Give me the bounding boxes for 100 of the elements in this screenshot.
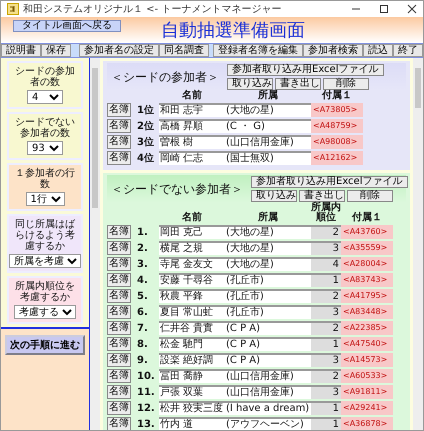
- name-field[interactable]: 仁井谷 貴實: [159, 321, 225, 335]
- name-field[interactable]: 松井 狡実三度: [159, 401, 225, 415]
- tag-field[interactable]: <A83448>: [341, 305, 393, 319]
- affiliation-field[interactable]: (大地の星): [225, 241, 311, 255]
- section-button[interactable]: 取り込み: [251, 190, 297, 202]
- next-step-button[interactable]: 次の手順に進む: [5, 335, 85, 355]
- name-field[interactable]: 寺尾 金友文: [159, 257, 225, 271]
- affiliation-field[interactable]: (I have a dream): [225, 401, 311, 415]
- section-button[interactable]: 書き出し: [299, 190, 345, 202]
- tag-field[interactable]: <A98008>: [311, 135, 363, 149]
- tag-field[interactable]: <A60533>: [341, 369, 393, 383]
- roster-button[interactable]: 名簿: [107, 103, 131, 117]
- roster-button[interactable]: 名簿: [107, 257, 131, 271]
- tag-field[interactable]: <A47540>: [341, 337, 393, 351]
- rank-field[interactable]: 4: [311, 257, 341, 271]
- section-button[interactable]: 書き出し: [275, 78, 321, 90]
- affiliation-field[interactable]: (大地の星): [225, 257, 311, 271]
- section-button[interactable]: 削除: [323, 78, 369, 90]
- name-field[interactable]: 竹内 道: [159, 417, 225, 430]
- rank-field[interactable]: 3: [311, 305, 341, 319]
- affiliation-field[interactable]: (C P A): [225, 321, 311, 335]
- tag-field[interactable]: <A91811>: [341, 385, 393, 399]
- affiliation-field[interactable]: (大地の星): [225, 103, 311, 117]
- tag-field[interactable]: <A28004>: [341, 257, 393, 271]
- excel-file-button[interactable]: 参加者取り込み用Excelファイル: [227, 64, 384, 76]
- name-field[interactable]: 高橋 昇順: [159, 119, 225, 133]
- affiliation-field[interactable]: (アウフヘーベン): [225, 417, 311, 430]
- roster-button[interactable]: 名簿: [107, 337, 131, 351]
- setting-dropdown[interactable]: 考慮する: [14, 305, 76, 319]
- rank-field[interactable]: 2: [311, 225, 341, 239]
- toolbar-button[interactable]: 保存: [41, 44, 71, 57]
- tag-field[interactable]: <A35559>: [341, 241, 393, 255]
- roster-button[interactable]: 名簿: [107, 305, 131, 319]
- toolbar-button[interactable]: 参加者検索: [303, 44, 363, 57]
- back-button[interactable]: タイトル画面へ戻る: [13, 20, 121, 32]
- roster-button[interactable]: 名簿: [107, 417, 131, 430]
- toolbar-button[interactable]: 同名調査: [159, 44, 209, 57]
- affiliation-field[interactable]: (孔丘市): [225, 289, 311, 303]
- tag-field[interactable]: <A48759>: [311, 119, 363, 133]
- setting-dropdown[interactable]: 4: [27, 90, 63, 104]
- toolbar-button[interactable]: 登録者名簿を編集: [213, 44, 303, 57]
- roster-button[interactable]: 名簿: [107, 119, 131, 133]
- toolbar-button[interactable]: 読込: [363, 44, 393, 57]
- affiliation-field[interactable]: (国士無双): [225, 151, 311, 165]
- roster-button[interactable]: 名簿: [107, 289, 131, 303]
- scrollbar[interactable]: [413, 58, 423, 430]
- roster-button[interactable]: 名簿: [107, 401, 131, 415]
- setting-dropdown[interactable]: 所属を考慮: [9, 254, 81, 268]
- close-icon[interactable]: [407, 4, 417, 14]
- tag-field[interactable]: <A73805>: [311, 103, 363, 117]
- name-field[interactable]: 安藤 千尋谷: [159, 273, 225, 287]
- setting-dropdown[interactable]: 93: [27, 141, 63, 155]
- affiliation-field[interactable]: (大地の星): [225, 225, 311, 239]
- rank-field[interactable]: 2: [311, 369, 341, 383]
- rank-field[interactable]: 1: [311, 417, 341, 430]
- affiliation-field[interactable]: (孔丘市): [225, 273, 311, 287]
- affiliation-field[interactable]: (山口信用金庫): [225, 135, 311, 149]
- roster-button[interactable]: 名簿: [107, 273, 131, 287]
- rank-field[interactable]: 1: [311, 273, 341, 287]
- toolbar-button[interactable]: 終了: [393, 44, 423, 57]
- roster-button[interactable]: 名簿: [107, 385, 131, 399]
- rank-field[interactable]: 3: [311, 241, 341, 255]
- roster-button[interactable]: 名簿: [107, 369, 131, 383]
- rank-field[interactable]: 3: [311, 353, 341, 367]
- excel-file-button[interactable]: 参加者取り込み用Excelファイル: [251, 176, 408, 188]
- roster-button[interactable]: 名簿: [107, 151, 131, 165]
- tag-field[interactable]: <A41795>: [341, 289, 393, 303]
- scrollbar[interactable]: [90, 58, 100, 430]
- tag-field[interactable]: <A12162>: [311, 151, 363, 165]
- roster-button[interactable]: 名簿: [107, 135, 131, 149]
- rank-field[interactable]: 2: [311, 321, 341, 335]
- tag-field[interactable]: <A43760>: [341, 225, 393, 239]
- tag-field[interactable]: <A22385>: [341, 321, 393, 335]
- roster-button[interactable]: 名簿: [107, 353, 131, 367]
- tag-field[interactable]: <A14573>: [341, 353, 393, 367]
- affiliation-field[interactable]: (C P A): [225, 337, 311, 351]
- affiliation-field[interactable]: (山口信用金庫): [225, 385, 311, 399]
- name-field[interactable]: 冨田 喬静: [159, 369, 225, 383]
- toolbar-button[interactable]: 説明書: [1, 44, 41, 57]
- maximize-icon[interactable]: [379, 4, 389, 14]
- name-field[interactable]: 和田 志宇: [159, 103, 225, 117]
- name-field[interactable]: 曽根 樹: [159, 135, 225, 149]
- rank-field[interactable]: 1: [311, 337, 341, 351]
- name-field[interactable]: 秋農 平鋒: [159, 289, 225, 303]
- rank-field[interactable]: 2: [311, 289, 341, 303]
- rank-field[interactable]: 3: [311, 385, 341, 399]
- section-button[interactable]: 削除: [347, 190, 393, 202]
- setting-dropdown[interactable]: 1行: [26, 192, 64, 206]
- name-field[interactable]: 松金 馳門: [159, 337, 225, 351]
- tag-field[interactable]: <A36878>: [341, 417, 393, 430]
- affiliation-field[interactable]: (孔丘市): [225, 305, 311, 319]
- name-field[interactable]: 戸張 双葉: [159, 385, 225, 399]
- name-field[interactable]: 夏目 常山虻: [159, 305, 225, 319]
- name-field[interactable]: 岡崎 仁志: [159, 151, 225, 165]
- tag-field[interactable]: <A29241>: [341, 401, 393, 415]
- tag-field[interactable]: <A83743>: [341, 273, 393, 287]
- roster-button[interactable]: 名簿: [107, 241, 131, 255]
- roster-button[interactable]: 名簿: [107, 321, 131, 335]
- affiliation-field[interactable]: (C ・ G): [225, 119, 311, 133]
- affiliation-field[interactable]: (C P A): [225, 353, 311, 367]
